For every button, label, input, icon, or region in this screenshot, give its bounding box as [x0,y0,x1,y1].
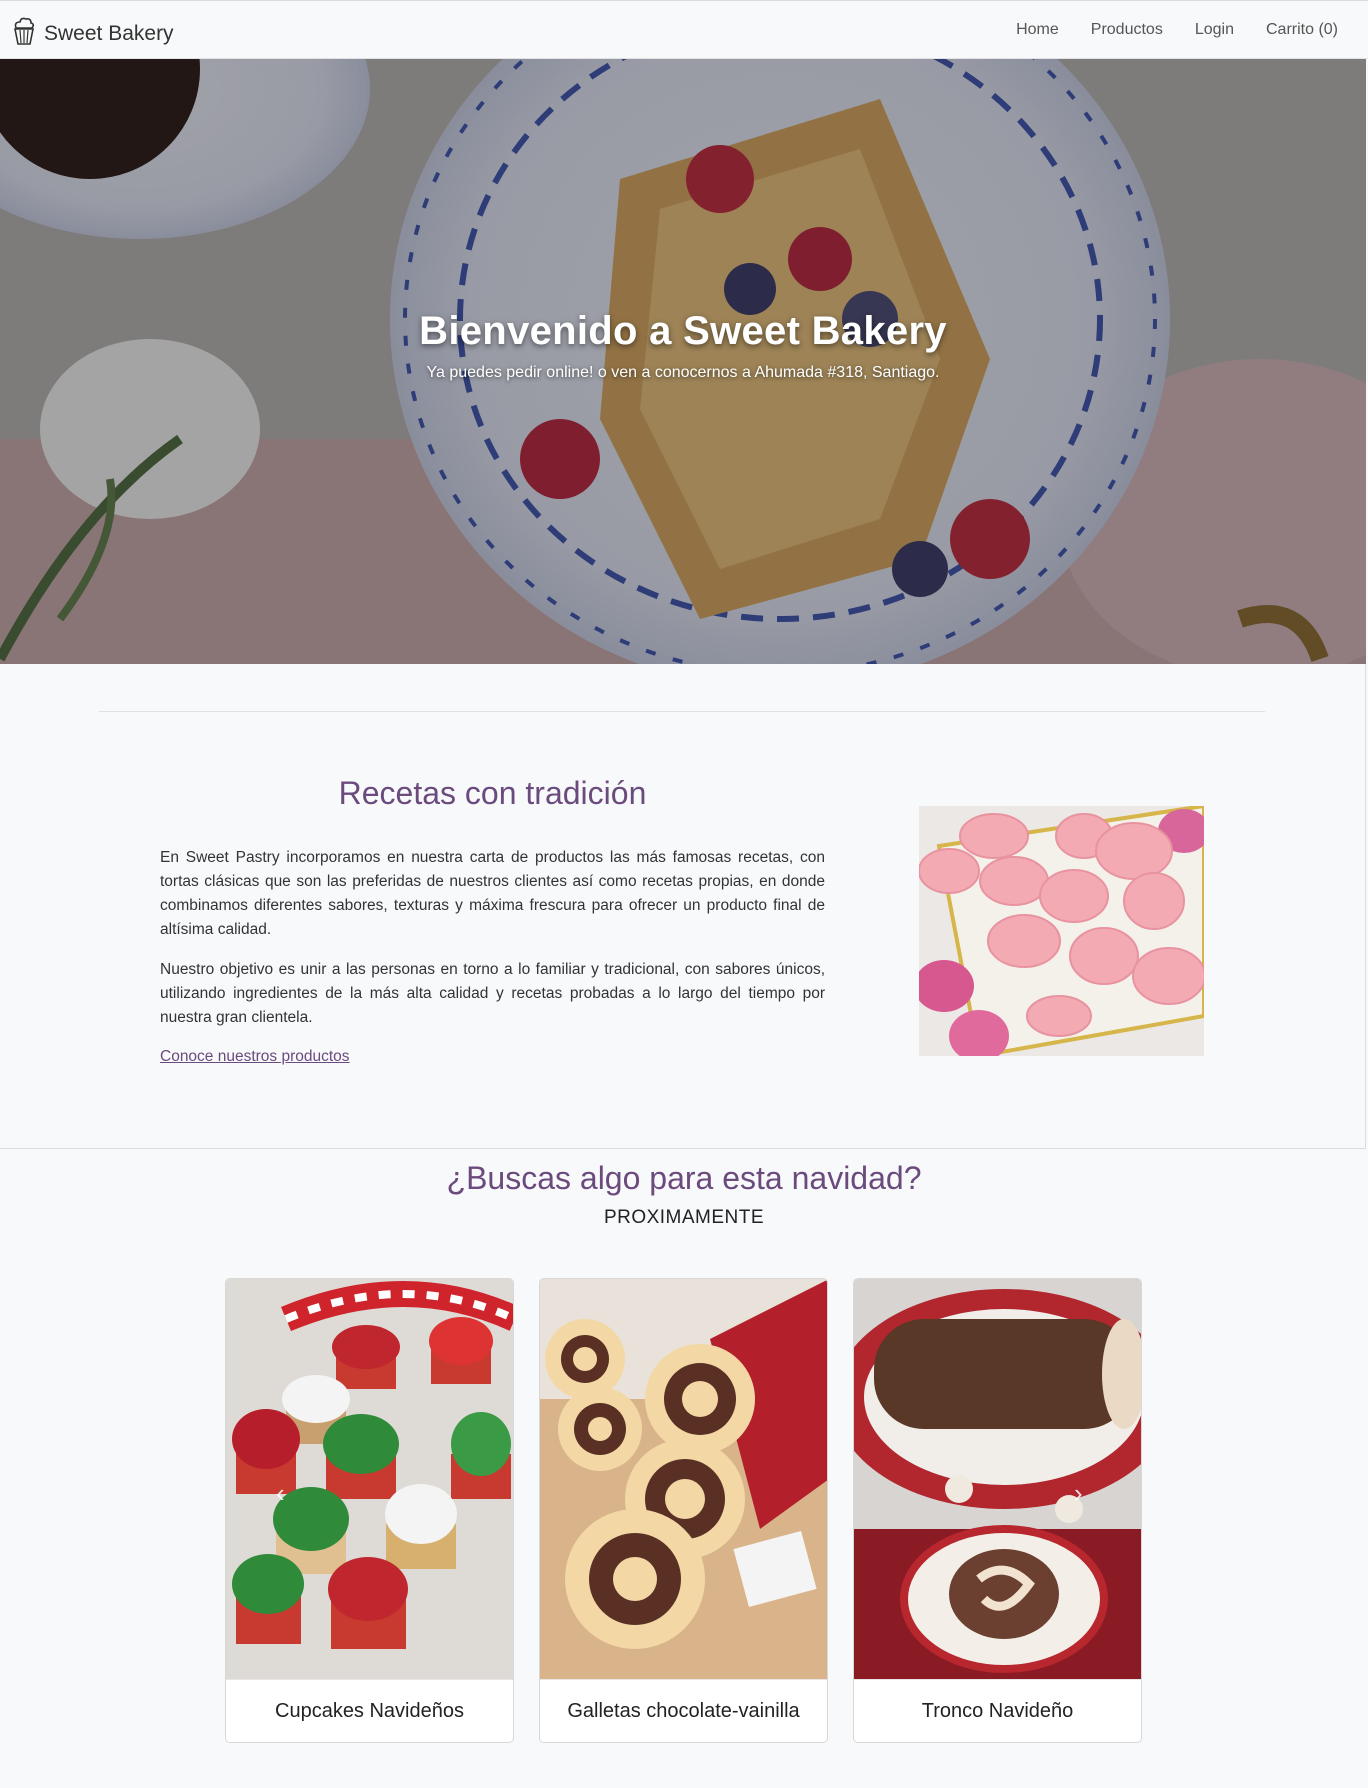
nav-links: Home Productos Login Carrito (0) [1016,21,1338,39]
yule-log-image [854,1279,1141,1679]
hero-text: Bienvenido a Sweet Bakery Ya puedes pedi… [0,309,1366,382]
about-paragraph: Nuestro objetivo es unir a las personas … [160,961,825,1026]
about-paragraph: En Sweet Pastry incorporamos en nuestra … [160,849,825,938]
product-card[interactable]: Tronco Navideño [853,1278,1142,1743]
cookies-image [540,1279,827,1679]
nav-cart[interactable]: Carrito (0) [1266,21,1338,39]
hero-subtitle: Ya puedes pedir online! o ven a conocern… [426,364,940,381]
brand-link[interactable]: Sweet Bakery [12,16,174,51]
chevron-left-icon[interactable]: ‹ [276,1478,285,1509]
macarons-image [919,806,1204,1056]
nav-home[interactable]: Home [1016,21,1059,39]
products-link[interactable]: Conoce nuestros productos [160,1048,350,1066]
cupcakes-image [226,1279,513,1679]
hero-title: Bienvenido a Sweet Bakery [419,309,947,353]
product-card[interactable]: Cupcakes Navideños [225,1278,514,1743]
christmas-title: ¿Buscas algo para esta navidad? [446,1160,922,1196]
about-text: En Sweet Pastry incorporamos en nuestra … [160,846,825,1046]
nav-productos[interactable]: Productos [1091,21,1163,39]
nav-login[interactable]: Login [1195,21,1234,39]
christmas-subtitle: PROXIMAMENTE [603,1207,765,1228]
hero-banner: Bienvenido a Sweet Bakery Ya puedes pedi… [0,59,1366,664]
card-title: Cupcakes Navideños [226,1679,513,1742]
about-title: Recetas con tradición [338,775,647,811]
card-title: Tronco Navideño [854,1679,1141,1742]
product-card[interactable]: Galletas chocolate-vainilla [539,1278,828,1743]
card-title: Galletas chocolate-vainilla [540,1679,827,1742]
section-divider [99,711,1265,712]
section-divider [0,1148,1366,1149]
brand-name: Sweet Bakery [44,21,174,45]
chevron-right-icon[interactable]: › [1074,1478,1083,1509]
section-border [1365,664,1366,1149]
navbar: Sweet Bakery Home Productos Login Carrit… [0,0,1368,59]
cupcake-icon [12,16,36,51]
